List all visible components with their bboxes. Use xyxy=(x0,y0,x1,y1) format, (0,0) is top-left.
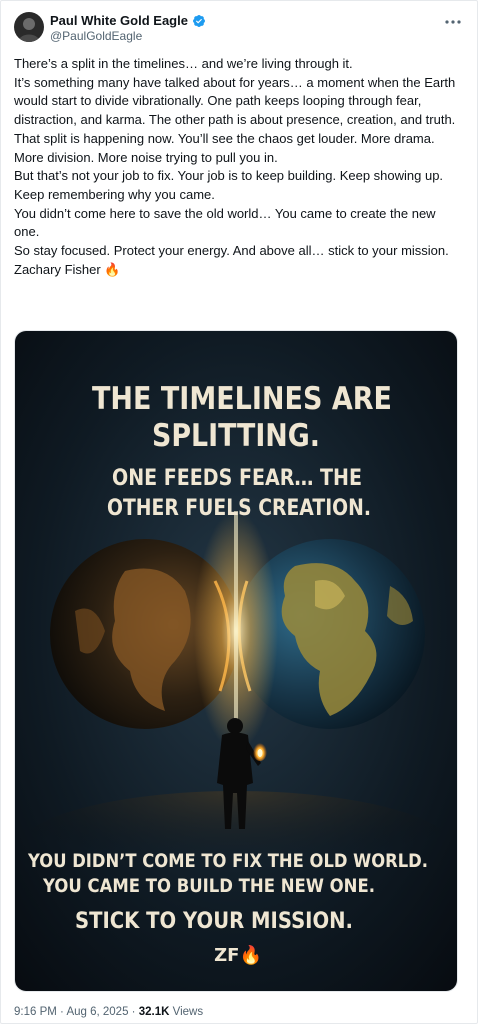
tweet-line: That split is happening now. You’ll see … xyxy=(14,130,435,165)
poster-bottom-line-3: STICK TO YOUR MISSION. xyxy=(75,909,353,934)
poster-sub-line-1: ONE FEEDS FEAR… THE xyxy=(112,466,362,491)
tweet-line: But that’s not your job to fix. Your job… xyxy=(14,168,444,202)
poster-signature: ZF🔥 xyxy=(214,944,262,966)
tweet-line: There’s a split in the timelines… and we… xyxy=(14,56,353,71)
tweet-line: It’s something many have talked about fo… xyxy=(14,74,456,128)
tweet-line: You didn’t come here to save the old wor… xyxy=(14,205,436,240)
tweet-meta: 9:16 PM · Aug 6, 2025 · 32.1K Views xyxy=(14,1006,203,1018)
views-count[interactable]: 32.1K xyxy=(139,1006,170,1018)
poster-artwork: THE TIMELINES ARE SPLITTING. ONE FEEDS F… xyxy=(15,331,457,991)
views-label: Views xyxy=(172,1006,204,1018)
poster-headline-line-2: SPLITTING. xyxy=(152,418,320,454)
tweet-text: There’s a split in the timelines… and we… xyxy=(14,55,464,279)
avatar[interactable] xyxy=(14,12,44,42)
author-names: Paul White Gold Eagle @PaulGoldEagle xyxy=(50,13,206,43)
author-handle[interactable]: @PaulGoldEagle xyxy=(50,29,206,43)
more-options-icon[interactable] xyxy=(442,14,464,30)
tweet-image[interactable]: THE TIMELINES ARE SPLITTING. ONE FEEDS F… xyxy=(14,330,458,992)
poster-bottom-line-1: YOU DIDN’T COME TO FIX THE OLD WORLD. xyxy=(27,850,428,872)
poster-sub-line-2: OTHER FUELS CREATION. xyxy=(107,496,371,521)
author-display-name[interactable]: Paul White Gold Eagle xyxy=(50,13,188,28)
tweet-line: So stay focused. Protect your energy. An… xyxy=(14,243,449,259)
poster-headline-line-1: THE TIMELINES ARE xyxy=(92,381,392,417)
tweet-time[interactable]: 9:16 PM xyxy=(14,1006,57,1018)
verified-badge-icon xyxy=(192,14,205,27)
tweet-date[interactable]: Aug 6, 2025 xyxy=(66,1006,128,1018)
tweet-header: Paul White Gold Eagle @PaulGoldEagle xyxy=(14,12,464,52)
meta-separator: · xyxy=(60,1006,64,1018)
poster-bottom-line-2: YOU CAME TO BUILD THE NEW ONE. xyxy=(42,875,375,897)
tweet-line: Zachary Fisher 🔥 xyxy=(14,261,121,277)
meta-separator: · xyxy=(131,1006,136,1018)
